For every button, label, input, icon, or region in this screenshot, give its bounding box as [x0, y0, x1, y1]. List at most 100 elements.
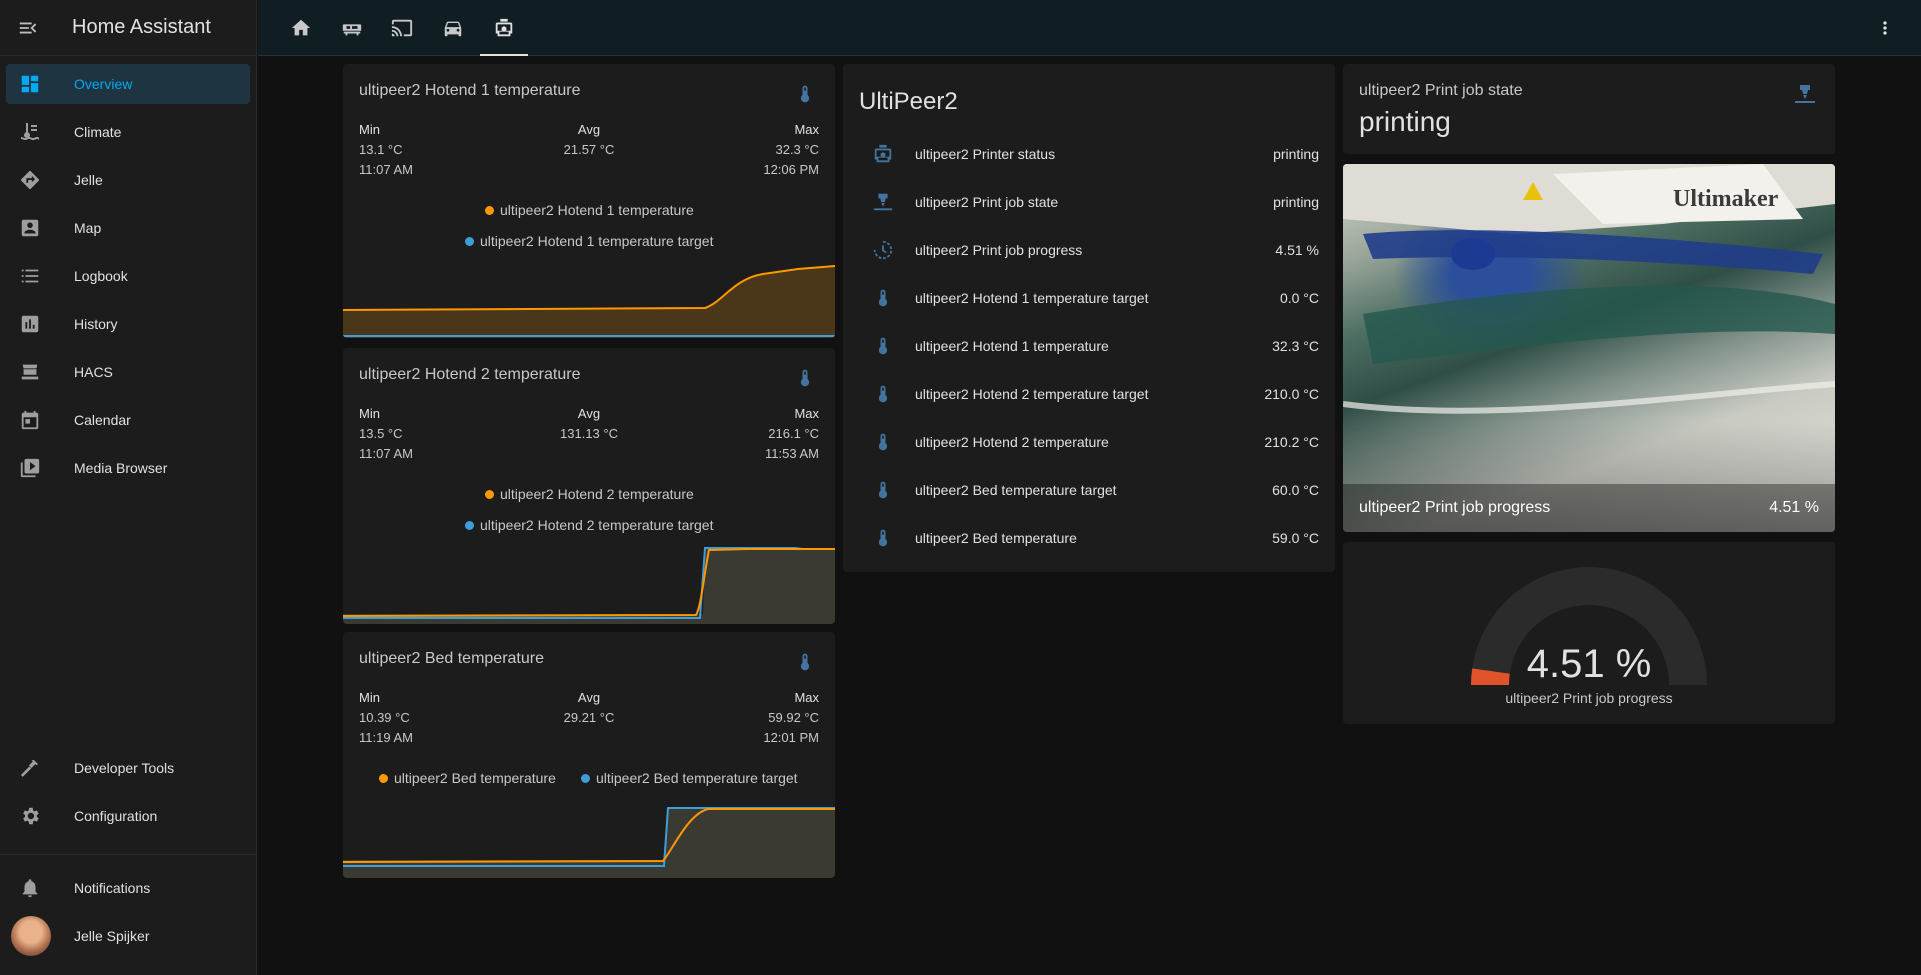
sidebar-item-label: Media Browser [74, 460, 168, 476]
calendar-icon [21, 410, 39, 430]
sidebar-item-label: HACS [74, 364, 113, 380]
entity-value: printing [1273, 194, 1319, 210]
sidebar: Home Assistant Overview Climate Jelle Ma… [0, 0, 257, 975]
entities-card: UltiPeer2 ultipeer2 Printer status print… [843, 64, 1335, 572]
entity-row[interactable]: ultipeer2 Hotend 1 temperature target 0.… [843, 274, 1335, 322]
sidebar-item-label: Calendar [74, 412, 131, 428]
history-graph [343, 265, 835, 338]
logbook-icon [21, 269, 39, 283]
stat-max: Max 59.92 °C 12:01 PM [763, 690, 819, 745]
sidebar-item-configuration[interactable]: Configuration [6, 796, 251, 836]
entity-row[interactable]: ultipeer2 Print job state printing [843, 178, 1335, 226]
entity-name: ultipeer2 Print job progress [915, 242, 1083, 258]
legend-current[interactable]: ultipeer2 Hotend 2 temperature [485, 486, 694, 502]
card-title: ultipeer2 Hotend 1 temperature [359, 82, 581, 99]
printer-3d-icon [495, 18, 513, 37]
legend-current[interactable]: ultipeer2 Hotend 1 temperature [485, 202, 694, 218]
entity-value: 4.51 % [1275, 242, 1319, 258]
history-card-bed[interactable]: ultipeer2 Bed temperature Min 10.39 °C 11:… [343, 632, 835, 878]
entity-row[interactable]: ultipeer2 Hotend 1 temperature 32.3 °C [843, 322, 1335, 370]
camera-caption: ultipeer2 Print job progress [1359, 499, 1551, 516]
history-graph [343, 807, 835, 878]
entity-name: ultipeer2 Bed temperature target [915, 482, 1117, 498]
history-card-hotend-1[interactable]: ultipeer2 Hotend 1 temperature Min 13.1 °… [343, 64, 835, 338]
sidebar-item-logbook[interactable]: Logbook [6, 256, 250, 296]
gauge-card[interactable]: 4.51 % ultipeer2 Print job progress [1343, 542, 1835, 724]
sidebar-item-label: Climate [74, 124, 122, 140]
entity-value: 0.0 °C [1279, 290, 1319, 306]
thermometer-icon [800, 369, 810, 387]
hacs-icon [21, 364, 39, 380]
sidebar-header: Home Assistant [0, 0, 256, 56]
stat-max: Max 216.1 °C 11:53 AM [765, 406, 819, 461]
entity-name: ultipeer2 Bed temperature [915, 530, 1077, 546]
stat-min: Min 13.5 °C 11:07 AM [359, 406, 413, 461]
entity-name: ultipeer2 Hotend 2 temperature target [915, 386, 1149, 402]
sidebar-item-jelle[interactable]: Jelle [6, 160, 250, 200]
stat-min: Min 10.39 °C 11:19 AM [359, 690, 413, 745]
tab-bedroom[interactable] [328, 0, 376, 56]
sidebar-bottom-nav: Developer Tools Configuration [0, 748, 257, 844]
thermometer-icon [878, 289, 888, 307]
entity-name: ultipeer2 Printer status [915, 146, 1056, 162]
entity-value: 210.0 °C [1264, 386, 1319, 402]
entity-row[interactable]: ultipeer2 Print job progress 4.51 % [843, 226, 1335, 274]
legend-target[interactable]: ultipeer2 Hotend 1 temperature target [465, 233, 713, 249]
entity-value: printing [1273, 146, 1319, 162]
sidebar-item-history[interactable]: History [6, 304, 250, 344]
sidebar-item-label: Jelle [74, 172, 103, 188]
home-icon [291, 19, 311, 36]
entity-row[interactable]: ultipeer2 Hotend 2 temperature 210.2 °C [843, 418, 1335, 466]
sidebar-item-calendar[interactable]: Calendar [6, 400, 250, 440]
legend-current[interactable]: ultipeer2 Bed temperature [379, 770, 556, 786]
car-icon [444, 21, 462, 37]
history-chart-icon [21, 315, 39, 333]
sidebar-item-climate[interactable]: Climate [6, 112, 250, 152]
sensor-name: ultipeer2 Print job state [1359, 82, 1523, 99]
sidebar-item-media-browser[interactable]: Media Browser [6, 448, 250, 488]
sidebar-item-label: Map [74, 220, 102, 236]
sidebar-user-area: Notifications Jelle Spijker [0, 868, 257, 964]
tab-cast[interactable] [378, 0, 426, 56]
gauge-name: ultipeer2 Print job progress [1505, 690, 1673, 706]
sensor-state: printing [1359, 106, 1451, 137]
cast-icon [391, 19, 413, 37]
stat-min: Min 13.1 °C 11:07 AM [359, 122, 413, 177]
stat-avg: Avg 131.13 °C [560, 406, 618, 441]
history-card-hotend-2[interactable]: ultipeer2 Hotend 2 temperature Min 13.5 °… [343, 348, 835, 624]
directions-icon [20, 170, 40, 190]
printer-3d-icon [874, 144, 892, 163]
sidebar-item-overview[interactable]: Overview [6, 64, 250, 104]
camera-card[interactable]: Ultimaker ultipeer2 Print job progress 4… [1343, 164, 1835, 532]
sidebar-item-label: Developer Tools [74, 760, 175, 776]
climate-icon [21, 123, 39, 140]
tab-home[interactable] [277, 0, 325, 56]
entity-row[interactable]: ultipeer2 Printer status printing [843, 130, 1335, 178]
legend-target[interactable]: ultipeer2 Bed temperature target [581, 770, 798, 786]
legend-target[interactable]: ultipeer2 Hotend 2 temperature target [465, 517, 713, 533]
entity-value: 210.2 °C [1264, 434, 1319, 450]
printer-illustration: Ultimaker [1343, 164, 1835, 414]
camera-value: 4.51 % [1769, 499, 1819, 516]
thermometer-icon [800, 653, 810, 671]
overflow-menu-button[interactable] [1873, 16, 1897, 40]
history-graph [343, 547, 835, 624]
entity-value: 59.0 °C [1272, 530, 1319, 546]
sidebar-item-developer-tools[interactable]: Developer Tools [6, 748, 251, 788]
tab-3d-printer[interactable] [480, 0, 528, 56]
entity-row[interactable]: ultipeer2 Bed temperature target 60.0 °C [843, 466, 1335, 514]
menu-toggle-button[interactable] [0, 0, 56, 56]
thermometer-icon [878, 529, 888, 547]
thermometer-icon [878, 481, 888, 499]
entity-row[interactable]: ultipeer2 Hotend 2 temperature target 21… [843, 370, 1335, 418]
card-title: ultipeer2 Bed temperature [359, 650, 544, 667]
sensor-state-card[interactable]: ultipeer2 Print job state printing [1343, 64, 1835, 154]
tab-car[interactable] [429, 0, 477, 56]
sidebar-item-notifications[interactable]: Notifications [6, 868, 251, 908]
sidebar-item-profile[interactable]: Jelle Spijker [6, 916, 251, 956]
sidebar-item-map[interactable]: Map [6, 208, 250, 248]
progress-clock-icon [873, 240, 893, 260]
thermometer-icon [878, 385, 888, 403]
entity-row[interactable]: ultipeer2 Bed temperature 59.0 °C [843, 514, 1335, 562]
sidebar-item-hacs[interactable]: HACS [6, 352, 250, 392]
